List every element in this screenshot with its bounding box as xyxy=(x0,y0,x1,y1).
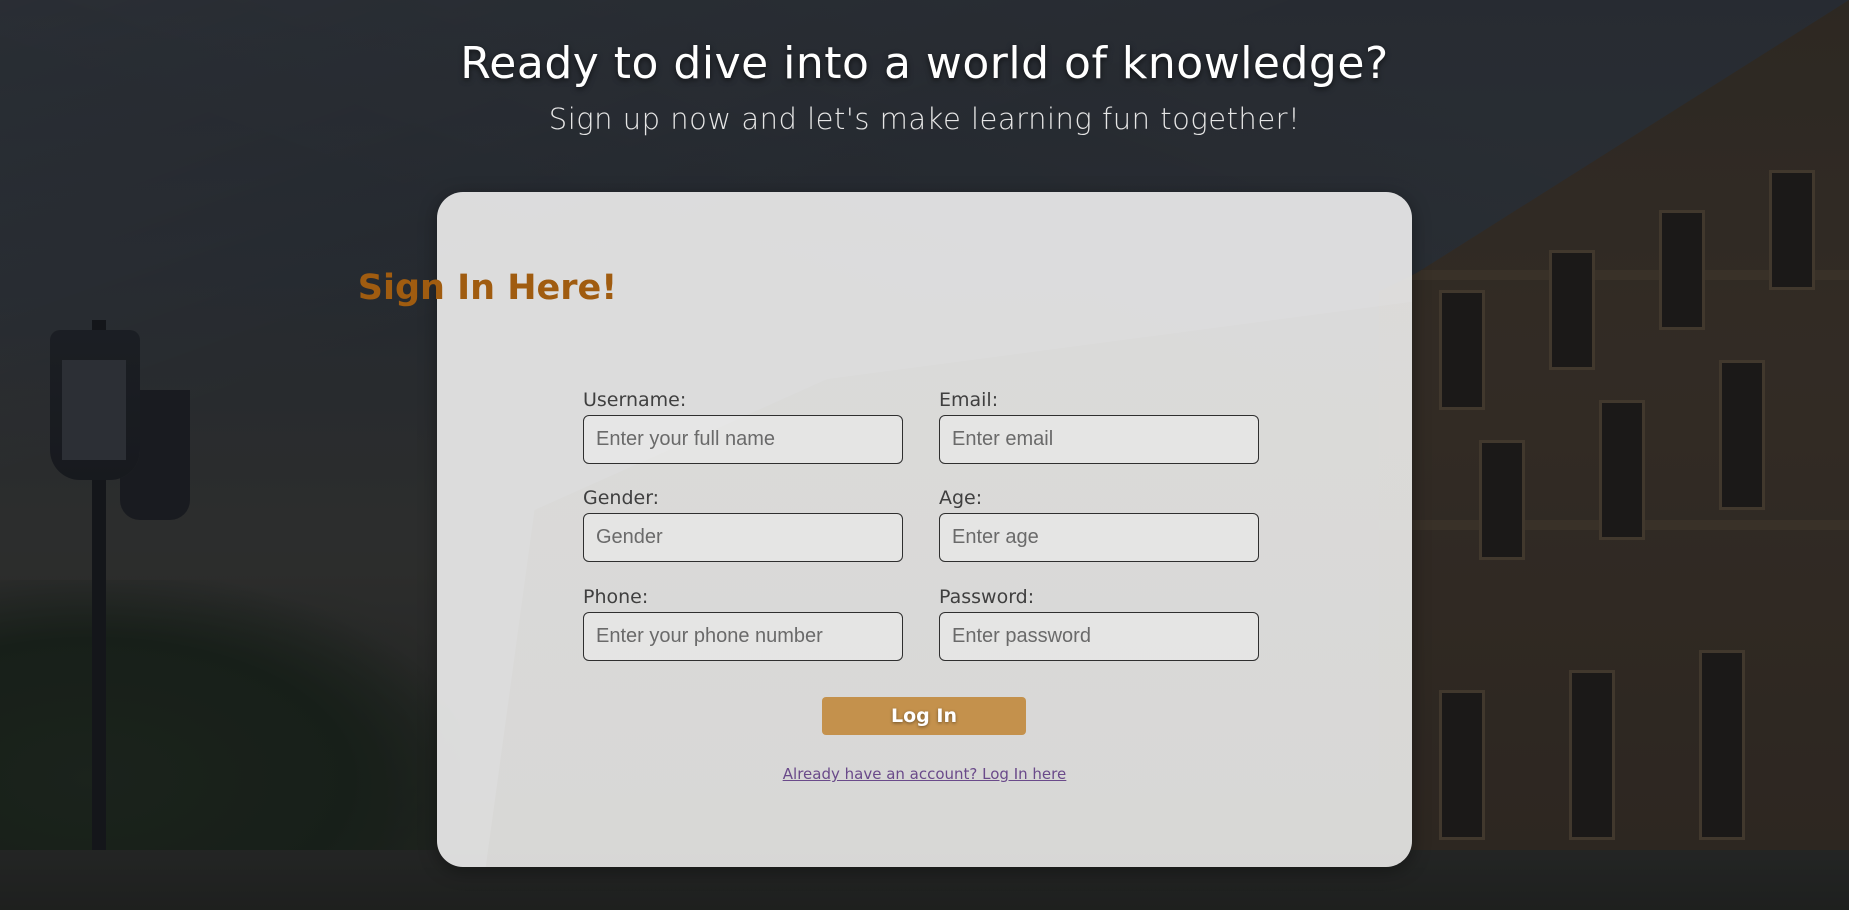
username-label: Username: xyxy=(583,389,687,411)
password-label: Password: xyxy=(939,586,1035,608)
email-label: Email: xyxy=(939,389,999,411)
age-label: Age: xyxy=(939,487,983,509)
gender-input[interactable] xyxy=(583,513,903,562)
gender-label: Gender: xyxy=(583,487,660,509)
hero-subtitle: Sign up now and let's make learning fun … xyxy=(548,102,1301,136)
username-field-group: Username: xyxy=(583,389,903,464)
email-field-group: Email: xyxy=(939,389,1259,464)
phone-input[interactable] xyxy=(583,612,903,661)
phone-field-group: Phone: xyxy=(583,586,903,661)
password-field-group: Password: xyxy=(939,586,1259,661)
login-link-container: Already have an account? Log In here xyxy=(0,765,1849,783)
login-link[interactable]: Already have an account? Log In here xyxy=(783,765,1066,783)
hero-title: Ready to dive into a world of knowledge? xyxy=(460,38,1389,89)
form-title: Sign In Here! xyxy=(357,268,618,308)
username-input[interactable] xyxy=(583,415,903,464)
phone-label: Phone: xyxy=(583,586,649,608)
login-button[interactable]: Log In xyxy=(822,697,1026,735)
age-field-group: Age: xyxy=(939,487,1259,562)
gender-field-group: Gender: xyxy=(583,487,903,562)
age-input[interactable] xyxy=(939,513,1259,562)
password-input[interactable] xyxy=(939,612,1259,661)
email-input[interactable] xyxy=(939,415,1259,464)
